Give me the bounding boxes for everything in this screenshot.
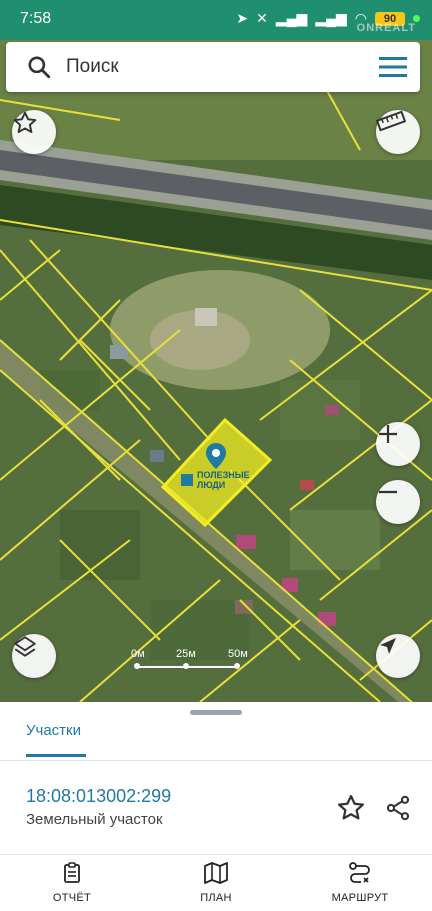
plus-icon [379, 425, 397, 443]
menu-icon[interactable] [378, 56, 408, 78]
nav-report-label: ОТЧЁТ [52, 892, 92, 904]
my-location-button[interactable] [376, 634, 420, 678]
nav-report[interactable]: ОТЧЁТ [22, 861, 122, 904]
route-icon [349, 862, 370, 883]
map-pin-icon [206, 443, 226, 469]
zoom-in-button[interactable] [376, 422, 420, 466]
satellite-map[interactable]: ПОЛЕЗНЫЕ ЛЮДИ [0, 40, 432, 702]
navigation-arrow-icon [380, 638, 396, 654]
signal-icon: ▂▄▆ [275, 10, 308, 26]
watermark-text: ONREALT [356, 22, 416, 34]
parcel-label-line2: ЛЮДИ [197, 480, 226, 490]
ruler-icon [376, 110, 406, 132]
search-bar[interactable]: Поиск [6, 42, 420, 92]
star-icon [13, 111, 37, 133]
status-time: 7:58 [20, 10, 52, 27]
nav-route-label: МАРШРУТ [331, 892, 389, 904]
bottom-navigation: ОТЧЁТ ПЛАН МАРШРУТ [0, 854, 432, 911]
privacy-dot [413, 15, 420, 22]
zoom-out-button[interactable] [376, 480, 420, 524]
tab-parcels[interactable]: Участки [26, 722, 81, 739]
scale-label-50: 50м [228, 648, 248, 660]
map-plan-icon [204, 862, 228, 884]
mute-icon: ✕ [256, 10, 268, 26]
map-scale-bar: 0м 25м 50м [128, 648, 258, 678]
sheet-drag-handle[interactable] [190, 710, 242, 715]
scale-label-25: 25м [176, 648, 196, 660]
nav-plan[interactable]: ПЛАН [166, 861, 266, 904]
favorite-button[interactable] [12, 110, 56, 154]
layers-button[interactable] [12, 634, 56, 678]
search-icon [28, 56, 51, 79]
share-icon[interactable] [384, 793, 412, 823]
divider [0, 760, 432, 761]
nav-plan-label: ПЛАН [200, 892, 232, 904]
star-icon[interactable] [336, 793, 366, 823]
cadastral-number[interactable]: 18:08:013002:299 [26, 786, 171, 807]
search-input[interactable]: Поиск [66, 56, 119, 78]
minus-icon [379, 490, 397, 494]
tab-indicator [26, 754, 86, 757]
location-icon: ➤ [236, 10, 249, 26]
scale-label-0: 0м [131, 648, 145, 660]
layers-icon [14, 636, 36, 657]
map-canvas [0, 40, 432, 702]
parcel-sheet: Участки 18:08:013002:299 Земельный участ… [0, 702, 432, 854]
measure-button[interactable] [376, 110, 420, 154]
nav-route[interactable]: МАРШРУТ [310, 861, 410, 904]
signal-icon-2: ▂▄▆ [315, 10, 347, 26]
parcel-type: Земельный участок [26, 811, 163, 828]
report-icon [64, 862, 80, 883]
status-bar: 7:58 ➤ ✕ ▂▄▆ ▂▄▆ ◠ 90 ONREALT [0, 0, 432, 40]
parcel-label-line1: ПОЛЕЗНЫЕ [197, 470, 250, 480]
